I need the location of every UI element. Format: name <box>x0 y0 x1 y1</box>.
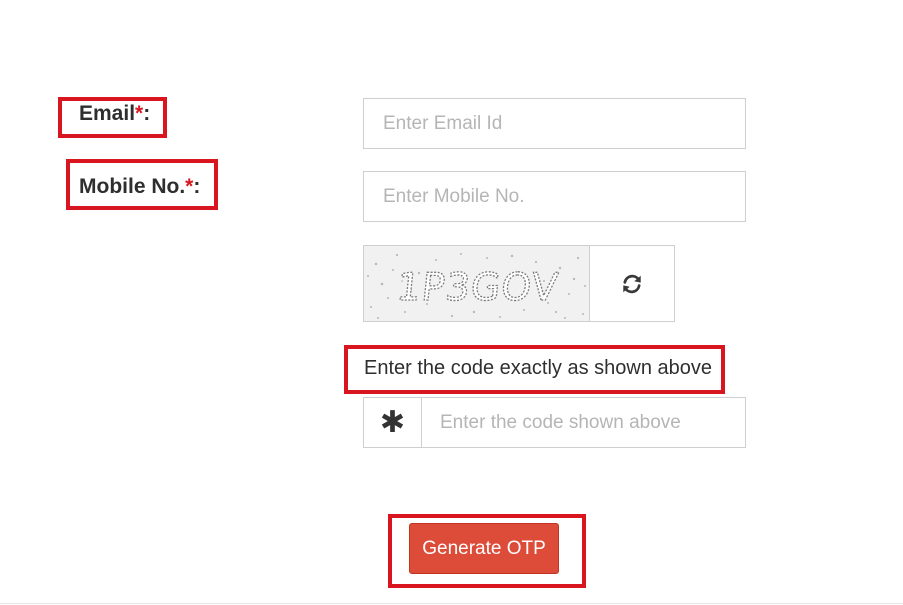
mobile-input[interactable] <box>363 171 746 222</box>
email-label-text: Email <box>79 102 136 125</box>
captcha-text: 1P3GOV <box>394 265 561 309</box>
refresh-icon <box>623 274 641 293</box>
email-required-mark: * <box>135 102 144 125</box>
otp-request-page: Email*: Mobile No.*: 1P3GOV <box>0 0 903 605</box>
captcha-refresh-button[interactable] <box>589 245 675 322</box>
bottom-divider <box>0 603 903 604</box>
email-input[interactable] <box>363 98 746 149</box>
captcha-noise: 1P3GOV <box>367 253 586 319</box>
captcha-hint: Enter the code exactly as shown above <box>364 357 712 379</box>
email-label-suffix: : <box>143 102 151 125</box>
captcha-input[interactable] <box>421 397 746 448</box>
asterisk-icon: ✱ <box>363 397 421 448</box>
email-label: Email*: <box>79 102 150 126</box>
captcha-image: 1P3GOV <box>363 245 590 322</box>
mobile-label: Mobile No.*: <box>79 175 200 199</box>
mobile-label-text: Mobile No. <box>79 175 186 198</box>
generate-otp-button[interactable]: Generate OTP <box>409 523 559 574</box>
mobile-label-suffix: : <box>193 175 201 198</box>
